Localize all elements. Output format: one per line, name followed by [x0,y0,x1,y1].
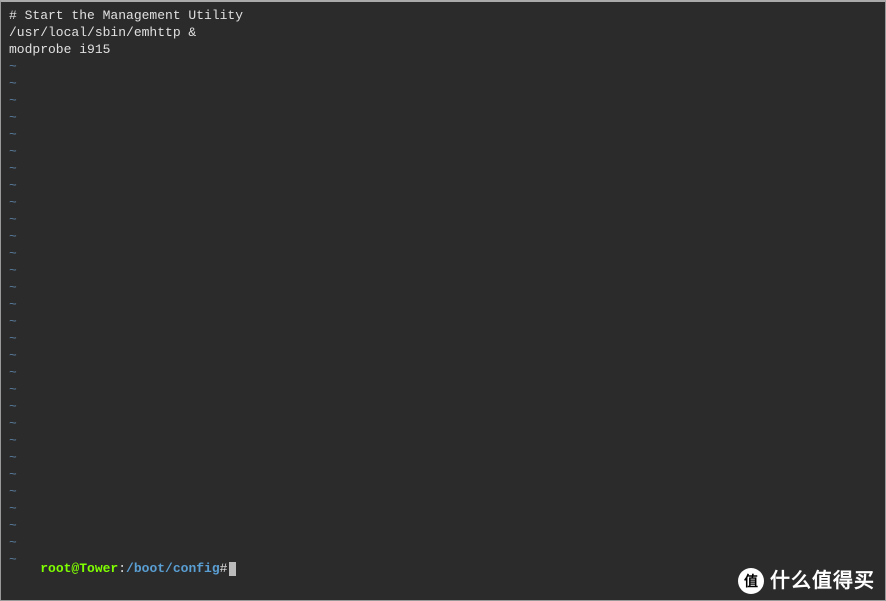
empty-line-marker: ~ [9,364,877,381]
watermark-text: 什么值得买 [770,573,875,590]
file-content: # Start the Management Utility /usr/loca… [9,7,877,58]
empty-line-marker: ~ [9,432,877,449]
empty-line-marker: ~ [9,177,877,194]
empty-line-marker: ~ [9,160,877,177]
empty-line-marker: ~ [9,194,877,211]
empty-line-marker: ~ [9,313,877,330]
empty-line-marker: ~ [9,109,877,126]
empty-line-marker: ~ [9,517,877,534]
empty-line-marker: ~ [9,126,877,143]
shell-prompt[interactable]: root@Tower:/boot/config# [9,543,236,594]
empty-line-marker: ~ [9,279,877,296]
empty-line-marker: ~ [9,398,877,415]
empty-line-marker: ~ [9,245,877,262]
empty-line-marker: ~ [9,58,877,75]
empty-line-marker: ~ [9,449,877,466]
prompt-separator: : [118,561,126,576]
empty-line-marker: ~ [9,92,877,109]
prompt-path: /boot/config [126,561,220,576]
empty-line-marker: ~ [9,143,877,160]
empty-line-marker: ~ [9,211,877,228]
file-line: # Start the Management Utility [9,7,877,24]
prompt-user-host: root@Tower [40,561,118,576]
empty-line-marker: ~ [9,75,877,92]
watermark: 值 什么值得买 [738,568,875,594]
empty-line-marker: ~ [9,262,877,279]
file-line: modprobe i915 [9,41,877,58]
cursor-icon [229,562,236,576]
empty-line-marker: ~ [9,296,877,313]
empty-line-marker: ~ [9,500,877,517]
terminal-view[interactable]: # Start the Management Utility /usr/loca… [1,2,885,600]
empty-line-marker: ~ [9,415,877,432]
file-line: /usr/local/sbin/emhttp & [9,24,877,41]
prompt-suffix: # [220,561,228,576]
empty-line-marker: ~ [9,381,877,398]
watermark-badge-icon: 值 [738,568,764,594]
empty-line-marker: ~ [9,228,877,245]
empty-line-marker: ~ [9,483,877,500]
empty-line-marker: ~ [9,347,877,364]
empty-line-marker: ~ [9,466,877,483]
empty-line-marker: ~ [9,330,877,347]
empty-lines: ~~~~~~~~~~~~~~~~~~~~~~~~~~~~~~ [9,58,877,568]
